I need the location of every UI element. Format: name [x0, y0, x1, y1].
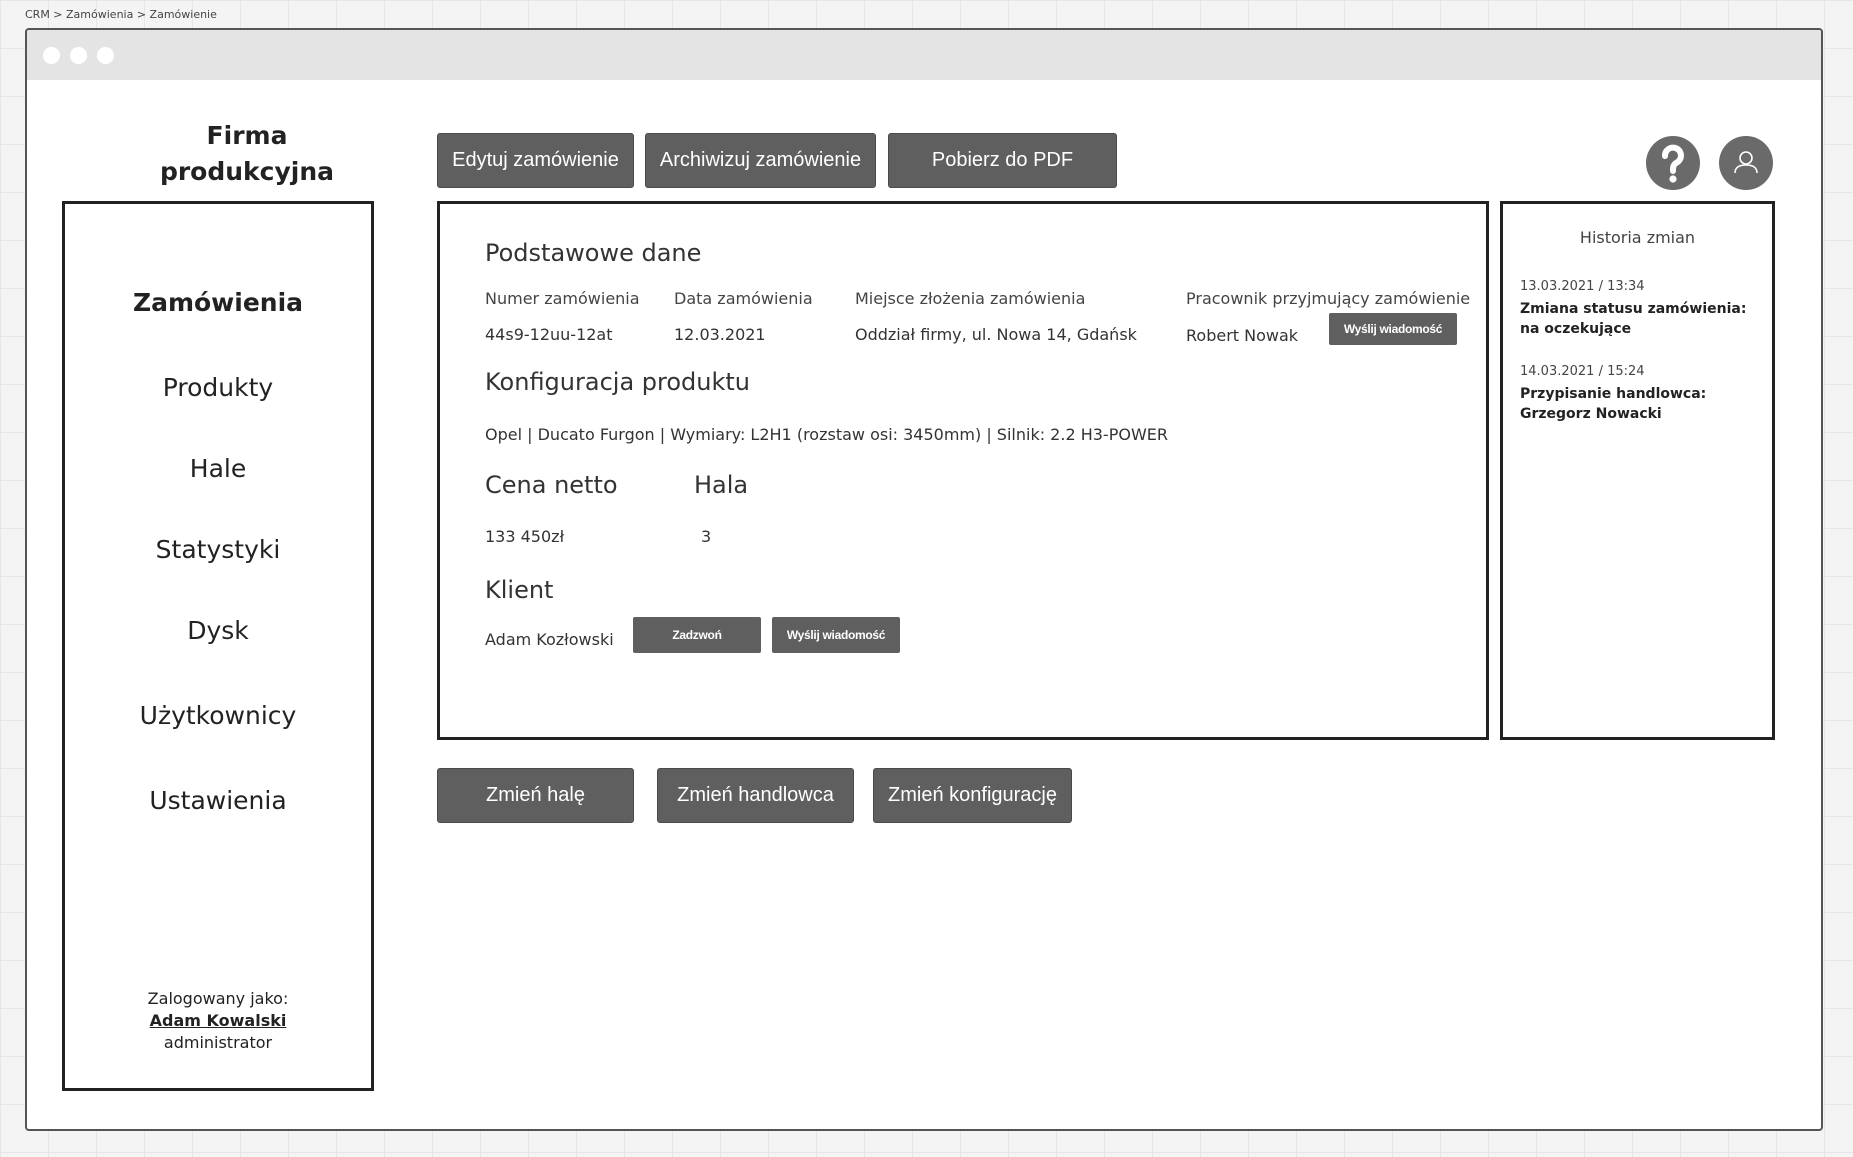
client-message-button[interactable]: Wyślij wiadomość: [772, 617, 900, 653]
archive-order-button[interactable]: Archiwizuj zamówienie: [645, 133, 876, 188]
history-entry-date: 14.03.2021 / 15:24: [1520, 364, 1645, 379]
order-number-label: Numer zamówienia: [485, 289, 640, 308]
order-place-value: Oddział firmy, ul. Nowa 14, Gdańsk: [855, 325, 1137, 344]
breadcrumb: CRM > Zamówienia > Zamówienie: [25, 8, 217, 21]
hall-heading: Hala: [694, 471, 749, 499]
net-price-heading: Cena netto: [485, 471, 618, 499]
product-config-heading: Konfiguracja produktu: [485, 368, 750, 396]
help-icon: [1662, 144, 1684, 183]
sidebar: Zamówienia Produkty Hale Statystyki Dysk…: [62, 201, 374, 1091]
order-number-value: 44s9-12uu-12at: [485, 325, 613, 344]
logged-user-link[interactable]: Adam Kowalski: [65, 1010, 371, 1032]
employee-value: Robert Nowak: [1186, 326, 1299, 345]
window-titlebar: [27, 30, 1821, 80]
app-window: Firma produkcyjna Zamówienia Produkty Ha…: [25, 28, 1823, 1131]
sidebar-item-settings[interactable]: Ustawienia: [65, 786, 371, 815]
history-title: Historia zmian: [1579, 228, 1696, 247]
product-config-value: Opel | Ducato Furgon | Wymiary: L2H1 (ro…: [485, 425, 1168, 444]
edit-order-button[interactable]: Edytuj zamówienie: [437, 133, 634, 188]
change-hall-button[interactable]: Zmień halę: [437, 768, 634, 823]
company-name-line1: Firma: [206, 121, 288, 150]
call-client-button[interactable]: Zadzwoń: [633, 617, 761, 653]
sidebar-item-statistics[interactable]: Statystyki: [65, 535, 371, 564]
history-entry-text: Przypisanie handlowca: Grzegorz Nowacki: [1520, 386, 1707, 422]
user-icon: [1734, 151, 1758, 174]
order-place-label: Miejsce złożenia zamówienia: [855, 289, 1086, 308]
history-entry-date: 13.03.2021 / 13:34: [1520, 279, 1645, 294]
company-name-line2: produkcyjna: [159, 157, 335, 186]
employee-label: Pracownik przyjmujący zamówienie: [1186, 289, 1471, 308]
window-maximize-dot[interactable]: [97, 47, 114, 64]
sidebar-item-products[interactable]: Produkty: [65, 373, 371, 402]
order-date-label: Data zamówienia: [674, 289, 813, 308]
login-role: administrator: [163, 1033, 273, 1052]
history-panel: Historia zmian 13.03.2021 / 13:34 Zmiana…: [1500, 201, 1775, 740]
employee-message-button[interactable]: Wyślij wiadomość: [1329, 313, 1457, 345]
company-logo: Firma produkcyjna: [87, 118, 407, 190]
order-details-panel: Podstawowe dane Numer zamówienia 44s9-12…: [437, 201, 1489, 740]
client-name: Adam Kozłowski: [485, 630, 614, 649]
sidebar-item-users[interactable]: Użytkownicy: [65, 701, 371, 730]
sidebar-item-halls[interactable]: Hale: [65, 454, 371, 483]
change-config-button[interactable]: Zmień konfigurację: [873, 768, 1072, 823]
hall-value: 3: [701, 527, 712, 546]
basic-data-heading: Podstawowe dane: [485, 239, 702, 267]
client-heading: Klient: [485, 576, 554, 604]
window-minimize-dot[interactable]: [70, 47, 87, 64]
login-info: Zalogowany jako: Adam Kowalski administr…: [65, 988, 371, 1054]
help-button[interactable]: [1646, 136, 1700, 190]
net-price-value: 133 450zł: [485, 527, 565, 546]
sidebar-item-disk[interactable]: Dysk: [65, 616, 371, 645]
user-profile-button[interactable]: [1719, 136, 1773, 190]
order-date-value: 12.03.2021: [674, 325, 766, 344]
window-close-dot[interactable]: [43, 47, 60, 64]
history-entry-text: Zmiana statusu zamówienia: na oczekujące: [1520, 301, 1747, 337]
change-sales-button[interactable]: Zmień handlowca: [657, 768, 854, 823]
login-prefix: Zalogowany jako:: [147, 989, 289, 1008]
sidebar-item-orders[interactable]: Zamówienia: [65, 288, 371, 317]
download-pdf-button[interactable]: Pobierz do PDF: [888, 133, 1117, 188]
